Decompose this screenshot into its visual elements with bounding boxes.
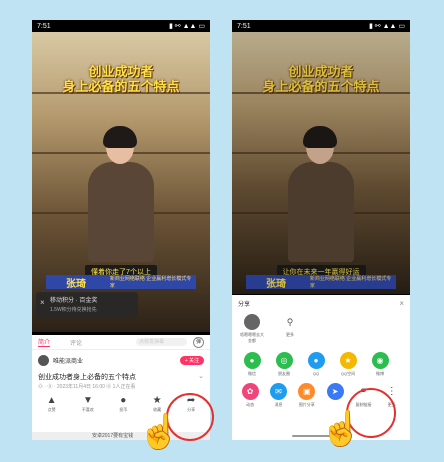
- video-meta: ⓪ · ⓪ · 2023年11月4日 16:00 ⓪ 1人正在看: [38, 384, 136, 390]
- lower-third: 张琦 新商业网络联络 企业赢利增长模式专家: [46, 275, 196, 290]
- avatar[interactable]: [38, 354, 49, 366]
- favorite-button[interactable]: ★ 收藏: [153, 395, 162, 413]
- share-weibo-label: 微博: [376, 371, 384, 376]
- dislike-icon: ▼: [82, 395, 93, 406]
- speaker-role: 新商业网络联络 企业赢利增长模式专家: [309, 276, 392, 289]
- wechat-icon: ●: [243, 352, 261, 369]
- speaker-figure: [88, 126, 154, 262]
- share-message[interactable]: ✉ 消息: [266, 383, 290, 408]
- video-title-line2: 身上必备的五个特点: [62, 80, 180, 95]
- video-title-row: 创业成功者身上必备的五个特点 ⌄: [32, 370, 210, 382]
- phone-screenshot-right: 7:51 ▮ ⚯ ▲▲ ▭ 创业成功者 身上必备的五个特点 让你在未来一年赢得好…: [232, 20, 410, 440]
- share-moments-label: 朋友圈: [278, 371, 290, 376]
- share-title: 分享: [238, 302, 251, 308]
- pointer-hand-icon: ☝: [138, 413, 181, 451]
- share-moments[interactable]: ◎ 朋友圈: [270, 352, 298, 377]
- speaker-figure: [288, 126, 354, 262]
- recent-contacts: 唔嗯嗯嗯去大金都 ⚲ 更多: [232, 312, 410, 346]
- share-weibo[interactable]: ◉ 微博: [366, 352, 394, 377]
- speaker-hair: [103, 126, 137, 148]
- message-icon: ✉: [269, 383, 287, 400]
- like-label: 点赞: [47, 407, 56, 412]
- danmu-input[interactable]: 点我发弹幕: [136, 338, 187, 346]
- weibo-icon: ◉: [371, 352, 389, 369]
- contact-more-label: 更多: [286, 332, 294, 337]
- image-icon: ▣: [298, 383, 316, 400]
- share-qzone[interactable]: ★ QQ空间: [334, 352, 362, 377]
- speaker-role: 新商业网络联络 企业赢利增长模式专家: [109, 276, 192, 289]
- video-title-overlay: 创业成功者 身上必备的五个特点: [232, 65, 410, 95]
- pointer-hand-icon: ☝: [320, 410, 363, 448]
- tab-comments[interactable]: 评论: [70, 338, 82, 347]
- send-icon: ➤: [326, 383, 344, 400]
- contact-item[interactable]: 唔嗯嗯嗯去大金都: [240, 314, 264, 344]
- share-qq-label: QQ: [312, 371, 320, 376]
- speaker-body: [88, 162, 154, 262]
- video-title-line2: 身上必备的五个特点: [262, 80, 380, 95]
- video-title: 创业成功者身上必备的五个特点: [38, 374, 136, 381]
- share-image-label: 图片分享: [298, 402, 315, 407]
- like-button[interactable]: ▲ 点赞: [47, 395, 57, 413]
- video-player[interactable]: 创业成功者 身上必备的五个特点 懂着你走了7个以上 张琦 新商业网络联络 企业赢…: [32, 32, 210, 332]
- danmu-toggle[interactable]: 弹: [193, 336, 204, 348]
- notification-sub: 1.5W积分待兑换抢先: [50, 307, 97, 313]
- qzone-icon: ★: [339, 352, 357, 369]
- status-time: 7:51: [37, 22, 51, 30]
- star-icon: ★: [152, 395, 162, 406]
- speaker-name: 张琦: [266, 278, 286, 290]
- video-title-line1: 创业成功者: [88, 65, 154, 80]
- share-dynamic-label: 动态: [246, 402, 255, 407]
- contact-label: 唔嗯嗯嗯去大金都: [240, 332, 264, 343]
- video-player[interactable]: 创业成功者 身上必备的五个特点 让你在未来一年赢得好运 张琦 新商业网络联络 企…: [232, 32, 410, 294]
- close-icon[interactable]: ×: [40, 298, 45, 307]
- dynamic-icon: ✿: [241, 383, 259, 400]
- qq-icon: ●: [307, 352, 325, 369]
- add-contact-icon: ⚲: [282, 314, 298, 330]
- video-title-overlay: 创业成功者 身上必备的五个特点: [32, 65, 210, 95]
- notification-title: 移动积分 · 百金奖: [50, 298, 98, 304]
- tab-intro[interactable]: 简介: [38, 337, 51, 347]
- contact-more[interactable]: ⚲ 更多: [278, 314, 302, 344]
- status-icons: ▮ ⚯ ▲▲ ▭: [368, 23, 405, 30]
- speaker-hair: [303, 126, 337, 148]
- share-header: 分享 ×: [232, 295, 410, 312]
- coin-button[interactable]: ● 投币: [119, 395, 127, 413]
- coin-label: 投币: [119, 407, 128, 412]
- status-bar: 7:51 ▮ ⚯ ▲▲ ▭: [32, 20, 210, 32]
- speaker-name: 张琦: [66, 278, 86, 290]
- uploader-row: 唯能派商业 + 关注: [32, 350, 210, 370]
- dislike-label: 不喜欢: [81, 407, 94, 412]
- share-message-label: 消息: [274, 402, 283, 407]
- chevron-down-icon[interactable]: ⌄: [198, 372, 204, 382]
- dislike-button[interactable]: ▼ 不喜欢: [82, 395, 94, 413]
- moments-icon: ◎: [275, 352, 293, 369]
- share-wechat[interactable]: ● 微信: [238, 352, 266, 377]
- share-dynamic[interactable]: ✿ 动态: [238, 383, 262, 408]
- share-image[interactable]: ▣ 图片分享: [295, 383, 319, 408]
- avatar: [244, 314, 260, 330]
- notification-toast[interactable]: × 移动积分 · 百金奖 1.5W积分待兑换抢先: [36, 292, 138, 318]
- share-qq[interactable]: ● QQ: [302, 352, 330, 377]
- video-title-line1: 创业成功者: [288, 65, 354, 80]
- lower-third: 张琦 新商业网络联络 企业赢利增长模式专家: [246, 275, 396, 290]
- close-icon[interactable]: ×: [399, 299, 404, 308]
- status-icons: ▮ ⚯ ▲▲ ▭: [168, 23, 205, 30]
- share-wechat-label: 微信: [248, 371, 256, 376]
- share-send[interactable]: ➤: [323, 383, 347, 408]
- share-qzone-label: QQ空间: [340, 371, 356, 376]
- follow-button[interactable]: + 关注: [179, 355, 204, 365]
- uploader-name[interactable]: 唯能派商业: [53, 356, 83, 365]
- share-row-apps: ● 微信 ◎ 朋友圈 ● QQ ★ QQ空间 ◉ 微博: [232, 346, 410, 377]
- status-bar: 7:51 ▮ ⚯ ▲▲ ▭: [232, 20, 410, 32]
- phone-screenshot-left: 7:51 ▮ ⚯ ▲▲ ▭ 创业成功者 身上必备的五个特点 懂着你走了7个以上 …: [32, 20, 210, 440]
- status-time: 7:51: [237, 22, 251, 30]
- coin-icon: ●: [120, 395, 127, 406]
- speaker-body: [288, 162, 354, 262]
- like-icon: ▲: [46, 395, 57, 406]
- tab-bar: 简介 评论 点我发弹幕 弹: [32, 335, 210, 350]
